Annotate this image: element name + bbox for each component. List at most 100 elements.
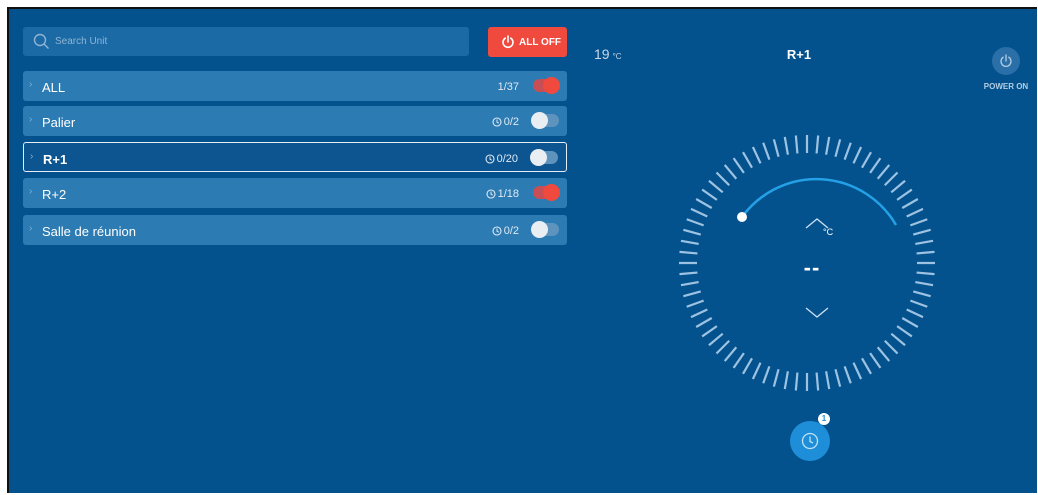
group-count: 1/37	[498, 81, 519, 93]
dial-tick	[843, 142, 852, 161]
dial-tick	[876, 164, 891, 180]
dial-tick	[680, 239, 699, 245]
dial-tick	[852, 362, 863, 380]
power-on-label: POWER ON	[983, 82, 1029, 91]
dial-tick	[884, 171, 899, 186]
group-count-value: 0/2	[503, 225, 519, 237]
dial-tick	[916, 271, 935, 276]
dial-tick	[825, 136, 831, 155]
group-count-value: 0/20	[496, 153, 518, 165]
dial-tick	[890, 179, 906, 194]
clock-icon	[485, 154, 495, 164]
dial-tick	[701, 188, 718, 201]
group-name: R+1	[43, 152, 68, 167]
search-input[interactable]: Search Unit	[55, 36, 107, 47]
dial-tick	[916, 250, 935, 255]
chevron-right-icon[interactable]: ›	[30, 151, 33, 162]
power-toggle[interactable]	[530, 149, 558, 166]
dial-tick	[732, 157, 745, 174]
dial-tick	[915, 239, 934, 245]
dial-tick	[690, 207, 708, 218]
group-name: Salle de réunion	[42, 224, 136, 239]
room-temp-unit: °C	[612, 52, 622, 61]
power-toggle[interactable]	[531, 112, 559, 129]
power-icon	[1000, 54, 1012, 67]
dial-tick	[783, 371, 789, 390]
toggle-knob	[543, 184, 560, 201]
dial-tick	[751, 146, 762, 164]
group-row[interactable]: › Palier 0/2	[23, 106, 567, 136]
dial-tick	[715, 171, 730, 186]
room-temperature: 19 °C	[594, 46, 622, 62]
dial-tick	[701, 325, 718, 338]
power-icon	[502, 35, 514, 49]
dial-tick	[896, 188, 913, 201]
dial-tick	[679, 271, 698, 276]
chevron-right-icon[interactable]: ›	[29, 79, 32, 90]
room-temp-value: 19	[594, 46, 610, 62]
all-off-button[interactable]: ALL OFF	[488, 27, 567, 57]
dial-tick	[690, 308, 708, 319]
clock-icon	[486, 189, 496, 199]
group-name: ALL	[42, 80, 66, 95]
group-row[interactable]: › R+1 0/20	[23, 142, 567, 172]
chevron-right-icon[interactable]: ›	[29, 223, 32, 234]
dial-tick	[852, 146, 863, 164]
dial-tick	[762, 365, 771, 384]
dial-tick	[884, 340, 899, 355]
power-toggle[interactable]	[531, 221, 559, 238]
power-on-button[interactable]	[992, 47, 1020, 75]
dial-tick	[861, 151, 872, 169]
dial-tick	[869, 157, 882, 174]
dial-tick	[815, 135, 820, 154]
dial-tick	[901, 317, 919, 328]
search-icon	[33, 33, 49, 49]
setpoint-unit: °C	[823, 227, 834, 237]
group-count: 0/20	[485, 153, 518, 165]
dial-tick	[876, 346, 891, 362]
group-count-value: 1/37	[497, 81, 519, 93]
power-toggle[interactable]	[533, 184, 560, 201]
group-name: R+2	[42, 187, 67, 202]
group-count-value: 1/18	[497, 188, 519, 200]
group-row[interactable]: › ALL 1/37	[23, 71, 567, 101]
dial-tick	[906, 207, 924, 218]
dial-tick	[683, 290, 702, 298]
dial-tick	[772, 368, 780, 387]
search-box[interactable]: Search Unit	[23, 27, 469, 56]
dial-tick	[723, 164, 738, 180]
setpoint-arc	[740, 177, 898, 226]
dial-tick	[834, 368, 842, 387]
dial-tick	[708, 332, 724, 347]
dial-tick	[686, 299, 705, 308]
power-toggle[interactable]	[533, 77, 560, 94]
chevron-right-icon[interactable]: ›	[29, 186, 32, 197]
clock-icon	[492, 117, 502, 127]
dial-tick	[683, 228, 702, 236]
chevron-right-icon[interactable]: ›	[29, 114, 32, 125]
dial-tick	[695, 198, 713, 209]
dial-tick	[732, 352, 745, 369]
dial-tick	[715, 340, 730, 355]
dial-tick	[912, 290, 931, 298]
toggle-knob	[531, 112, 548, 129]
clock-icon	[492, 226, 502, 236]
temp-down-icon	[805, 307, 829, 318]
group-count: 1/18	[486, 188, 519, 200]
group-name: Palier	[42, 115, 76, 130]
dial-tick	[723, 346, 738, 362]
setpoint-handle	[737, 212, 747, 222]
dial-tick	[708, 179, 724, 194]
schedule-button[interactable]	[790, 421, 830, 461]
group-row[interactable]: › R+2 1/18	[23, 178, 567, 208]
dial-tick	[915, 281, 934, 287]
dial-tick	[825, 371, 831, 390]
dial-tick	[909, 299, 928, 308]
dial-tick	[861, 357, 872, 375]
dial-tick	[901, 198, 919, 209]
all-off-label: ALL OFF	[519, 37, 562, 48]
dial-tick	[695, 317, 713, 328]
group-row[interactable]: › Salle de réunion 0/2	[23, 215, 567, 245]
dial-tick	[772, 139, 780, 158]
dial-tick	[834, 139, 842, 158]
